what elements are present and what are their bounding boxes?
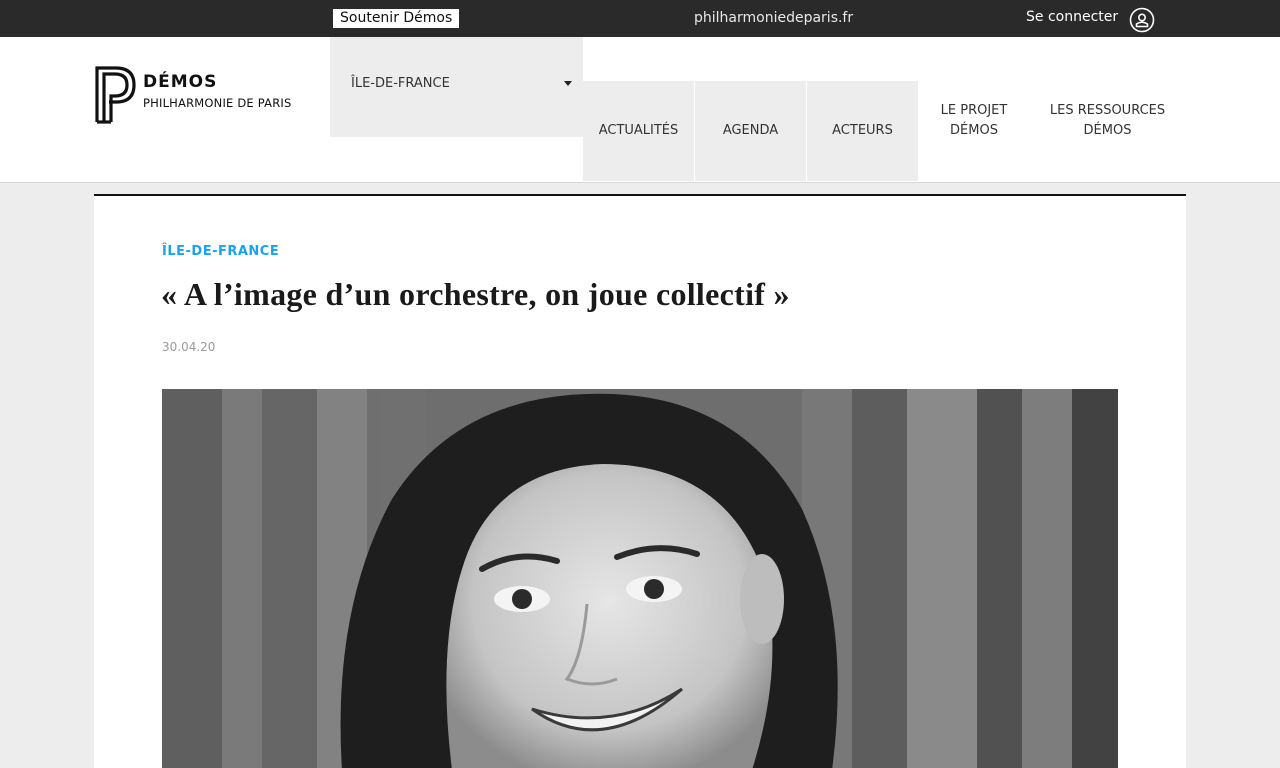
- article-card: ÎLE-DE-FRANCE « A l’image d’un orchestre…: [94, 194, 1186, 768]
- nav-item-agenda[interactable]: AGENDA: [695, 81, 806, 181]
- article-date: 30.04.20: [162, 340, 216, 354]
- philharmonie-p-logo-icon: [95, 66, 136, 124]
- nav-item-ressources-demos[interactable]: LES RESSOURCES DÉMOS: [1030, 71, 1185, 171]
- nav-item-label: ACTEURS: [832, 123, 893, 138]
- top-bar: Soutenir Démos philharmoniedeparis.fr Se…: [0, 0, 1280, 37]
- user-circle-icon[interactable]: [1129, 7, 1155, 33]
- nav-item-projet-demos[interactable]: LE PROJET DÉMOS: [918, 71, 1030, 171]
- article-photo: [162, 389, 1118, 768]
- philharmonie-site-link[interactable]: philharmoniedeparis.fr: [694, 10, 853, 26]
- region-select-value: ÎLE-DE-FRANCE: [351, 76, 450, 91]
- article-category-link[interactable]: ÎLE-DE-FRANCE: [162, 244, 279, 259]
- region-select[interactable]: ÎLE-DE-FRANCE: [330, 37, 583, 137]
- nav-item-actualites[interactable]: ACTUALITÉS: [583, 81, 694, 181]
- login-link[interactable]: Se connecter: [1026, 9, 1118, 25]
- nav-item-label: LE PROJET DÉMOS: [941, 101, 1008, 141]
- nav-item-label: AGENDA: [722, 123, 779, 138]
- nav-item-label-line2: DÉMOS: [950, 123, 998, 138]
- nav-item-label-line2: DÉMOS: [1083, 123, 1132, 138]
- logo-subtitle: PHILHARMONIE DE PARIS: [143, 96, 292, 110]
- caret-down-icon: [564, 81, 572, 86]
- support-demos-button[interactable]: Soutenir Démos: [333, 9, 460, 28]
- article-title: « A l’image d’un orchestre, on joue coll…: [161, 276, 790, 312]
- nav-item-label-line1: LES RESSOURCES: [1049, 103, 1166, 118]
- nav-item-label: ACTUALITÉS: [598, 123, 679, 138]
- demos-logo[interactable]: DÉMOS PHILHARMONIE DE PARIS: [94, 64, 294, 126]
- nav-item-label: LES RESSOURCES DÉMOS: [1050, 101, 1165, 141]
- nav-item-label-line1: LE PROJET: [940, 103, 1008, 118]
- logo-title: DÉMOS: [143, 72, 218, 92]
- nav-item-acteurs[interactable]: ACTEURS: [807, 81, 918, 181]
